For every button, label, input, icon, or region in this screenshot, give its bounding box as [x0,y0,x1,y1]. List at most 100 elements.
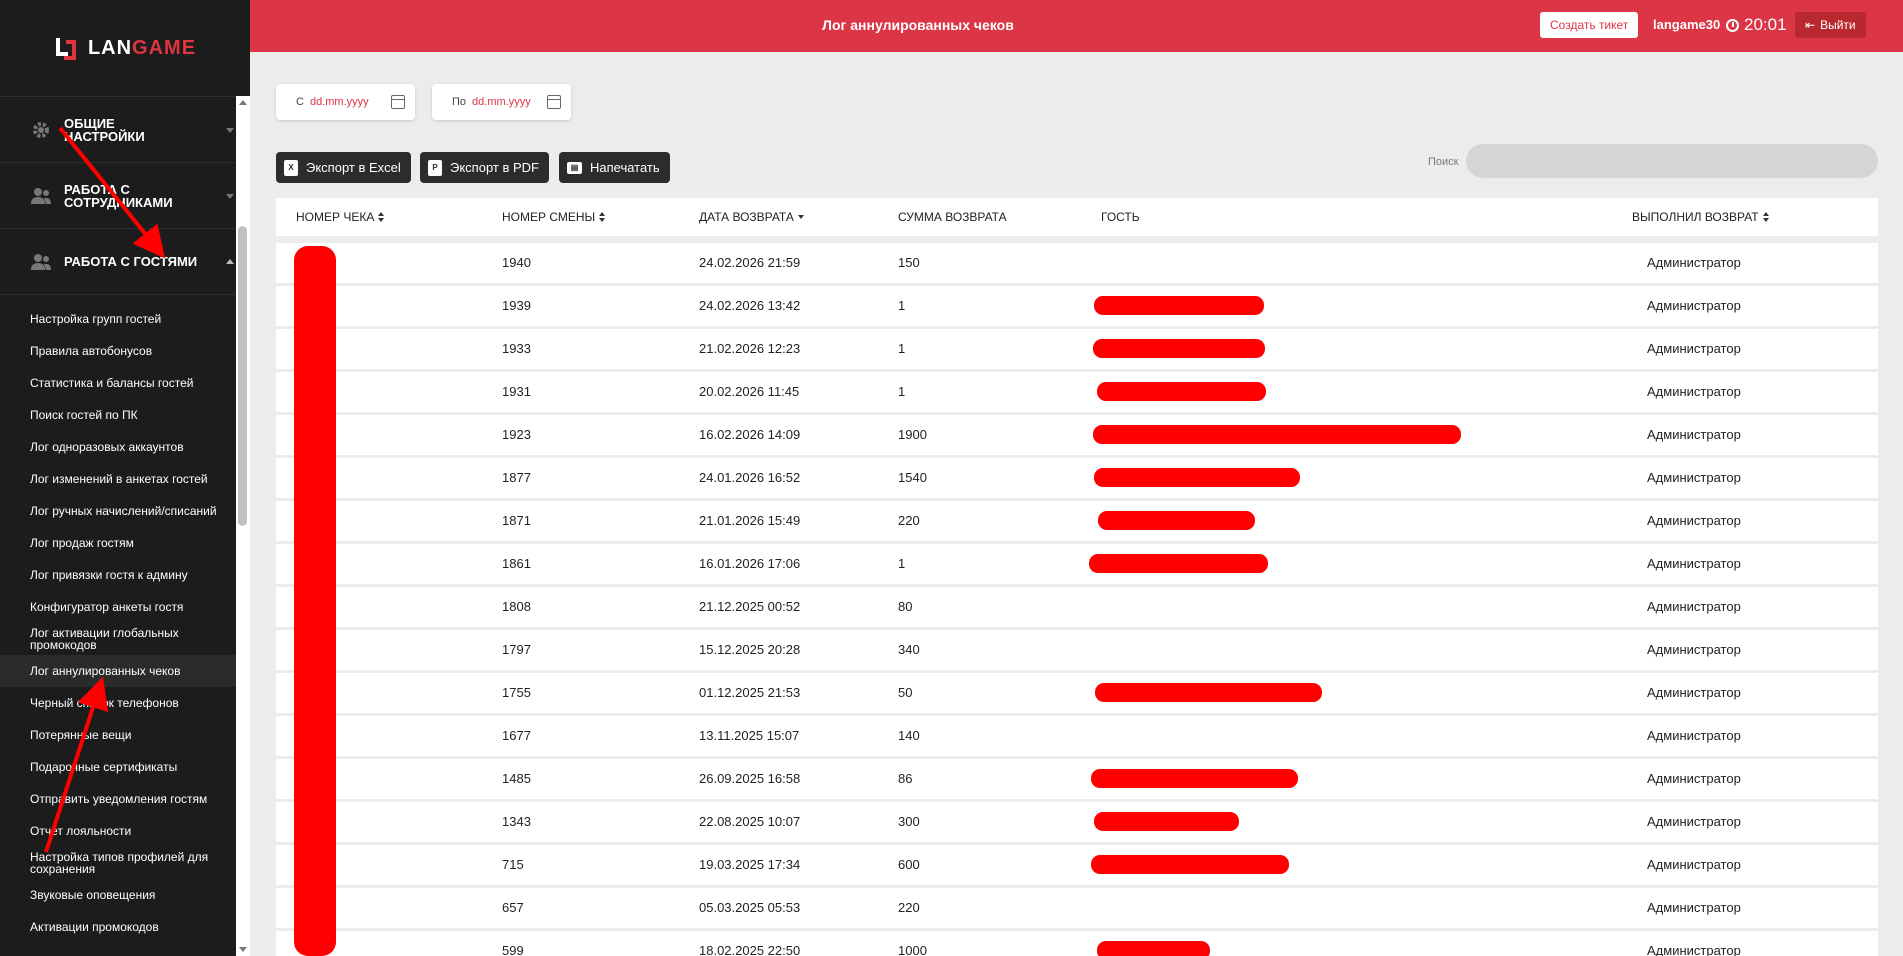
sidebar-section-label: Работа с сотрудниками [64,181,173,210]
sidebar-item-guest-groups[interactable]: Настройка групп гостей [0,303,250,335]
cell-shift: 657 [502,900,524,915]
sidebar-item-promo-activations[interactable]: Активации промокодов [0,911,250,943]
table-row[interactable]: 1923 16.02.2026 14:09 1900 Администратор [276,415,1878,455]
table-row[interactable]: 1931 20.02.2026 11:45 1 Администратор [276,372,1878,412]
sidebar-section-guests[interactable]: Работа с гостями [0,229,250,295]
sidebar-item-global-promo-log[interactable]: Лог активации глобальных промокодов [0,623,250,655]
cell-date: 20.02.2026 11:45 [699,384,800,399]
sidebar-scrollbar[interactable] [236,96,250,956]
table-row[interactable]: 1485 26.09.2025 16:58 86 Администратор [276,759,1878,799]
sidebar-item-loyalty-report[interactable]: Отчет лояльности [0,815,250,847]
sidebar-item-guest-stats[interactable]: Статистика и балансы гостей [0,367,250,399]
table-row[interactable]: 657 05.03.2025 05:53 220 Администратор [276,888,1878,928]
calendar-icon[interactable] [547,95,561,109]
table-row[interactable]: 1808 21.12.2025 00:52 80 Администратор [276,587,1878,627]
table-row[interactable]: 1877 24.01.2026 16:52 1540 Администратор [276,458,1878,498]
cell-shift: 1877 [502,470,531,485]
cell-date: 21.12.2025 00:52 [699,599,801,614]
sidebar-item-onetime-accounts-log[interactable]: Лог одноразовых аккаунтов [0,431,250,463]
table-row[interactable]: 1677 13.11.2025 15:07 140 Администратор [276,716,1878,756]
cell-shift: 1755 [502,685,531,700]
top-bar: Лог аннулированных чеков Создать тикет l… [250,0,1903,52]
date-from-prefix: С [296,96,304,108]
date-from-field[interactable]: С dd.mm.yyyy [276,84,415,120]
table-row[interactable]: 1797 15.12.2025 20:28 340 Администратор [276,630,1878,670]
sort-icon[interactable] [378,212,385,222]
scroll-down-icon[interactable] [239,947,247,952]
redacted-guest [1094,296,1264,315]
export-excel-button[interactable]: X Экспорт в Excel [276,152,411,183]
calendar-icon[interactable] [391,95,405,109]
sidebar-section-label: Общие настройки [64,115,145,144]
sort-icon[interactable] [599,212,606,222]
sidebar-item-sound-alerts[interactable]: Звуковые оповещения [0,879,250,911]
column-return-date[interactable]: Дата возврата [699,210,804,224]
export-pdf-button[interactable]: P Экспорт в PDF [420,152,549,183]
date-to-field[interactable]: По dd.mm.yyyy [432,84,571,120]
sidebar-item-autobonus-rules[interactable]: Правила автобонусов [0,335,250,367]
cell-performed-by: Администратор [1647,470,1741,485]
cell-performed-by: Администратор [1647,857,1741,872]
cell-performed-by: Администратор [1647,642,1741,657]
column-performed-by[interactable]: Выполнил возврат [1632,210,1769,224]
sidebar-item-cancelled-receipts-log[interactable]: Лог аннулированных чеков [0,655,250,687]
table-row[interactable]: 1940 24.02.2026 21:59 150 Администратор [276,243,1878,283]
sidebar-item-gift-certificates[interactable]: Подарочные сертификаты [0,751,250,783]
cell-performed-by: Администратор [1647,771,1741,786]
logout-button[interactable]: ⇤ Выйти [1795,12,1866,38]
sort-desc-icon[interactable] [797,215,804,219]
sidebar-section-staff[interactable]: Работа с сотрудниками [0,163,250,229]
sort-icon[interactable] [1762,212,1769,222]
sidebar-item-sales-log[interactable]: Лог продаж гостям [0,527,250,559]
cell-amount: 600 [898,857,920,872]
sidebar-item-phone-blacklist[interactable]: Черный список телефонов [0,687,250,719]
sidebar-item-lost-items[interactable]: Потерянные вещи [0,719,250,751]
cell-performed-by: Администратор [1647,255,1741,270]
cell-performed-by: Администратор [1647,599,1741,614]
table-row[interactable]: 1939 24.02.2026 13:42 1 Администратор [276,286,1878,326]
sidebar-item-profile-configurator[interactable]: Конфигуратор анкеты гостя [0,591,250,623]
sidebar-item-manual-charges-log[interactable]: Лог ручных начислений/списаний [0,495,250,527]
cell-shift: 599 [502,943,524,956]
logo[interactable]: LANGAME [0,0,250,96]
username: langame30 [1653,17,1721,32]
sidebar-item-admin-binding-log[interactable]: Лог привязки гостя к админу [0,559,250,591]
cell-date: 13.11.2025 15:07 [699,728,800,743]
sidebar-item-guest-search-pc[interactable]: Поиск гостей по ПК [0,399,250,431]
column-receipt-number[interactable]: Номер чека [296,210,385,224]
sidebar-item-send-notifications[interactable]: Отправить уведомления гостям [0,783,250,815]
cell-shift: 1797 [502,642,531,657]
print-button[interactable]: ▤ Напечатать [559,152,670,183]
create-ticket-button[interactable]: Создать тикет [1540,12,1639,38]
cell-performed-by: Администратор [1647,513,1741,528]
table-row[interactable]: 599 18.02.2025 22:50 1000 Администратор [276,931,1878,956]
scrollbar-thumb[interactable] [238,226,247,526]
sidebar-section-general-settings[interactable]: Общие настройки [0,97,250,163]
table-row[interactable]: 1343 22.08.2025 10:07 300 Администратор [276,802,1878,842]
table-row[interactable]: 1871 21.01.2026 15:49 220 Администратор [276,501,1878,541]
cell-amount: 220 [898,900,920,915]
cell-date: 24.02.2026 21:59 [699,255,801,270]
users-icon [30,185,52,207]
chevron-up-icon [226,258,234,264]
cell-shift: 1939 [502,298,531,313]
table-row[interactable]: 1933 21.02.2026 12:23 1 Администратор [276,329,1878,369]
cell-amount: 1540 [898,470,927,485]
column-shift-number[interactable]: Номер смены [502,210,606,224]
sidebar-section-label: Работа с гостями [64,254,198,269]
page-title: Лог аннулированных чеков [822,17,1014,33]
table-row[interactable]: 715 19.03.2025 17:34 600 Администратор [276,845,1878,885]
redacted-guest [1098,511,1255,530]
search-input[interactable] [1466,144,1878,178]
table-body: 1940 24.02.2026 21:59 150 Администратор 193… [276,243,1878,956]
chevron-down-icon [226,127,234,133]
clock-time: 20:01 [1744,15,1787,34]
table-row[interactable]: 1755 01.12.2025 21:53 50 Администратор [276,673,1878,713]
scroll-up-icon[interactable] [239,100,247,105]
sidebar-item-profile-types[interactable]: Настройка типов профилей для сохранения [0,847,250,879]
sidebar-item-profile-changes-log[interactable]: Лог изменений в анкетах гостей [0,463,250,495]
table-row[interactable]: 1861 16.01.2026 17:06 1 Администратор [276,544,1878,584]
gear-icon [30,119,52,141]
cell-date: 22.08.2025 10:07 [699,814,801,829]
cell-date: 19.03.2025 17:34 [699,857,801,872]
